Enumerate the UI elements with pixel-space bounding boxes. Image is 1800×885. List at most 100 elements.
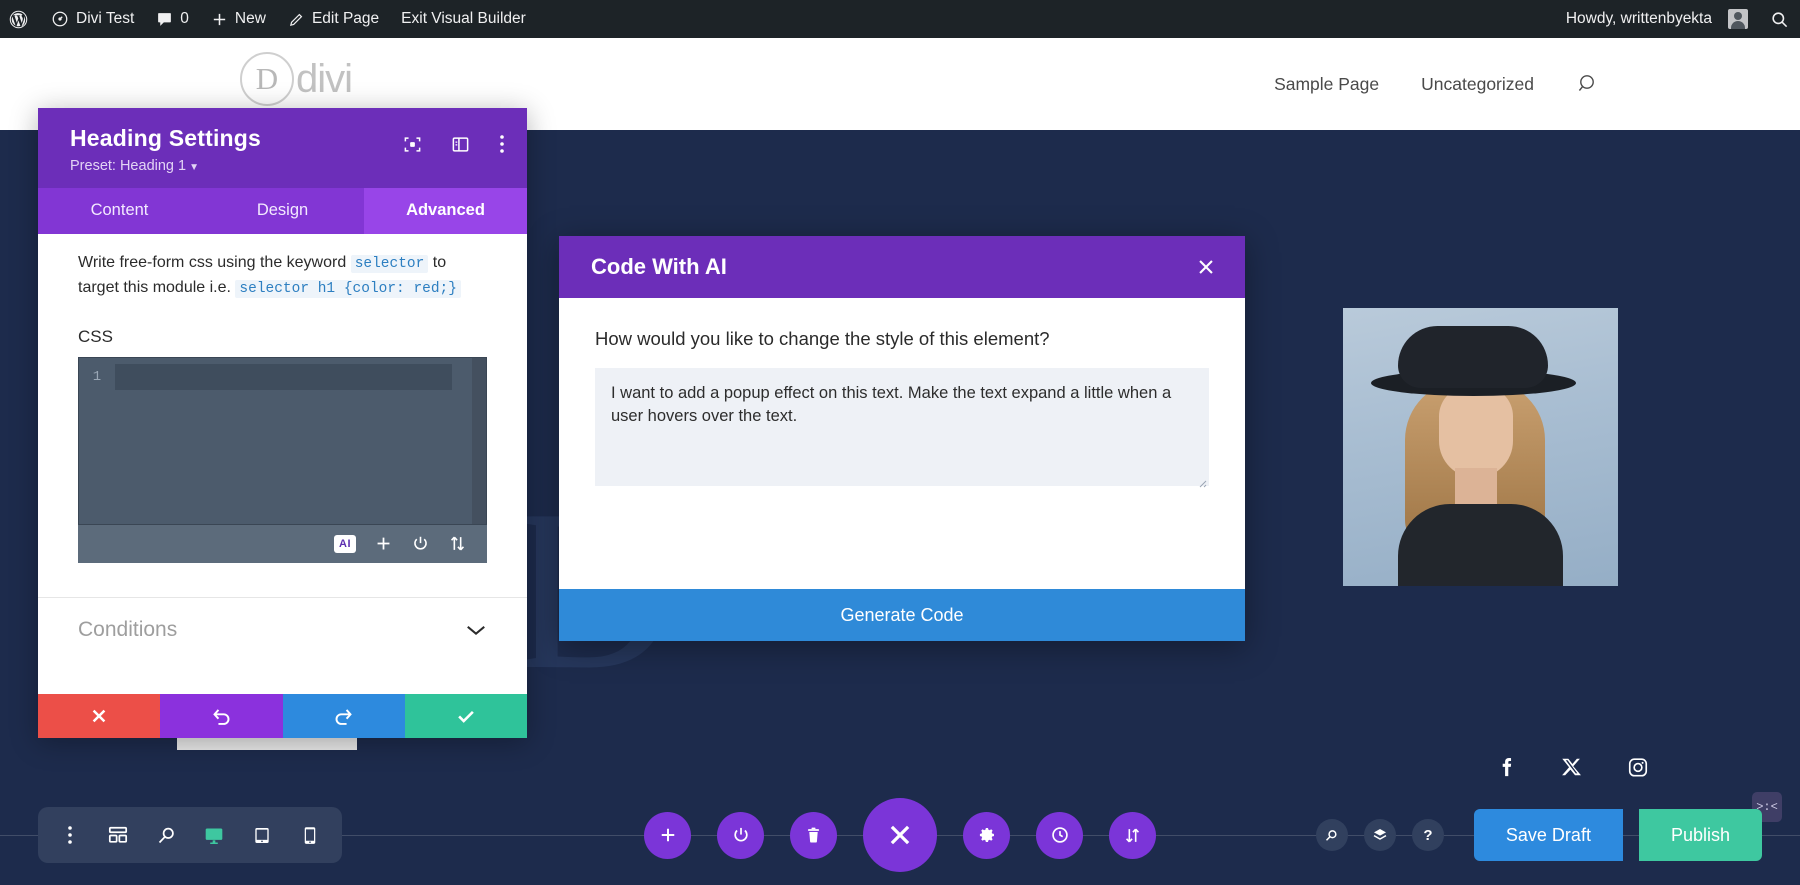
save-draft-button[interactable]: Save Draft	[1473, 809, 1623, 861]
nav-item-sample-page[interactable]: Sample Page	[1274, 74, 1379, 95]
editor-scrollbar[interactable]	[472, 357, 486, 524]
ai-prompt-input[interactable]	[595, 368, 1209, 486]
add-module-icon[interactable]	[644, 811, 691, 859]
admin-bar-right: Howdy, writtenbyekta	[1558, 0, 1800, 38]
sort-arrows-icon[interactable]	[1109, 811, 1156, 859]
site-name-menu[interactable]: Divi Test	[40, 0, 145, 38]
desktop-view-icon[interactable]	[190, 807, 238, 863]
dashboard-icon	[51, 10, 69, 28]
ai-modal-header: Code With AI	[559, 236, 1245, 298]
discard-button[interactable]	[38, 694, 161, 738]
close-menu-icon[interactable]	[863, 798, 937, 872]
zoom-view-icon[interactable]	[142, 807, 190, 863]
site-name-label: Divi Test	[76, 10, 135, 27]
ai-prompt-wrap	[595, 368, 1209, 491]
more-options-icon[interactable]	[46, 807, 94, 863]
facebook-icon[interactable]	[1495, 755, 1517, 779]
help-icon[interactable]: ?	[1411, 819, 1444, 851]
css-code-editor[interactable]: 1	[78, 356, 487, 525]
settings-modal-header: Heading Settings Preset: Heading 1 ▼	[38, 108, 527, 188]
social-links	[1495, 755, 1649, 779]
redo-button[interactable]	[282, 694, 405, 738]
site-navigation: Sample Page Uncategorized	[1274, 72, 1600, 96]
css-editor-toolbar: AI	[78, 524, 487, 563]
x-twitter-icon[interactable]	[1561, 755, 1583, 779]
settings-tabs: Content Design Advanced	[38, 188, 527, 234]
photo-hat-crown	[1398, 326, 1548, 388]
wordpress-icon	[8, 9, 29, 30]
comments-menu[interactable]: 0	[145, 0, 200, 38]
my-account-menu[interactable]: Howdy, writtenbyekta	[1558, 0, 1759, 38]
more-vertical-icon[interactable]	[499, 134, 505, 154]
howdy-label: Howdy, writtenbyekta	[1565, 10, 1712, 27]
checkmark-icon	[458, 710, 474, 723]
new-content-menu[interactable]: New	[200, 0, 277, 38]
phone-view-icon[interactable]	[286, 807, 334, 863]
preset-label: Preset: Heading 1	[70, 158, 187, 174]
search-icon	[1770, 10, 1789, 29]
search-icon[interactable]	[1315, 819, 1348, 851]
view-mode-toolbar	[38, 807, 342, 863]
undo-button[interactable]	[160, 694, 283, 738]
comment-bubble-icon	[156, 11, 173, 28]
module-underline-decoration	[177, 738, 357, 750]
settings-scroll-area: Write free-form css using the keyword se…	[38, 234, 527, 694]
generate-code-button[interactable]: Generate Code	[559, 589, 1245, 641]
nav-item-uncategorized[interactable]: Uncategorized	[1421, 74, 1534, 95]
trash-icon[interactable]	[790, 811, 837, 859]
divi-bottom-toolbar: ? Save Draft Publish	[0, 785, 1800, 885]
history-clock-icon[interactable]	[1036, 811, 1083, 859]
exit-visual-builder-label: Exit Visual Builder	[401, 10, 526, 27]
edit-page-label: Edit Page	[311, 10, 380, 27]
site-logo[interactable]: D divi	[240, 52, 353, 106]
focus-target-icon[interactable]	[403, 135, 422, 154]
close-x-icon	[92, 709, 106, 723]
portrait-photo	[1343, 308, 1618, 586]
plus-icon	[211, 11, 228, 28]
power-toggle-icon[interactable]	[411, 534, 430, 553]
help-text-part-1: Write free-form css using the keyword	[78, 254, 351, 271]
ai-modal-body: How would you like to change the style o…	[559, 298, 1245, 589]
settings-gear-icon[interactable]	[963, 811, 1010, 859]
logo-wordmark: divi	[296, 56, 353, 101]
sort-arrows-icon[interactable]	[448, 534, 467, 553]
publish-button[interactable]: Publish	[1638, 809, 1762, 861]
tab-design[interactable]: Design	[201, 188, 364, 234]
save-button[interactable]	[404, 694, 527, 738]
chevron-down-icon: ▼	[189, 162, 199, 173]
conditions-section[interactable]: Conditions	[38, 598, 527, 664]
css-field-label: CSS	[78, 326, 113, 346]
admin-search-button[interactable]	[1759, 0, 1800, 38]
add-icon[interactable]	[374, 534, 393, 553]
new-label: New	[234, 10, 266, 27]
panel-layout-icon[interactable]	[451, 135, 470, 154]
photo-face-shape	[1439, 386, 1513, 478]
exit-visual-builder-link[interactable]: Exit Visual Builder	[390, 0, 537, 38]
wireframe-view-icon[interactable]	[94, 807, 142, 863]
preset-selector[interactable]: Preset: Heading 1 ▼	[70, 158, 499, 174]
wp-logo-menu[interactable]	[0, 0, 40, 38]
search-icon[interactable]	[1576, 72, 1600, 96]
edit-page-link[interactable]: Edit Page	[277, 0, 390, 38]
instagram-icon[interactable]	[1627, 755, 1649, 779]
ai-modal-title: Code With AI	[591, 254, 727, 279]
module-action-buttons	[644, 785, 1156, 885]
power-toggle-icon[interactable]	[717, 811, 764, 859]
tab-advanced[interactable]: Advanced	[364, 188, 527, 234]
custom-css-help-text: Write free-form css using the keyword se…	[38, 234, 527, 301]
pencil-icon	[288, 11, 305, 28]
chevron-down-icon	[465, 623, 487, 637]
help-code-example: selector h1 {color: red;}	[235, 279, 461, 298]
logo-letter: D	[240, 52, 294, 106]
tablet-view-icon[interactable]	[238, 807, 286, 863]
close-icon[interactable]	[1195, 256, 1217, 278]
settings-header-actions	[403, 134, 505, 154]
avatar	[1728, 9, 1748, 29]
comments-count: 0	[180, 10, 189, 27]
ai-badge-button[interactable]: AI	[334, 534, 356, 553]
redo-arrow-icon	[335, 708, 352, 725]
tab-content[interactable]: Content	[38, 188, 201, 234]
layers-icon[interactable]	[1363, 819, 1396, 851]
editor-active-line	[115, 363, 452, 390]
code-with-ai-modal: Code With AI How would you like to chang…	[559, 236, 1245, 641]
